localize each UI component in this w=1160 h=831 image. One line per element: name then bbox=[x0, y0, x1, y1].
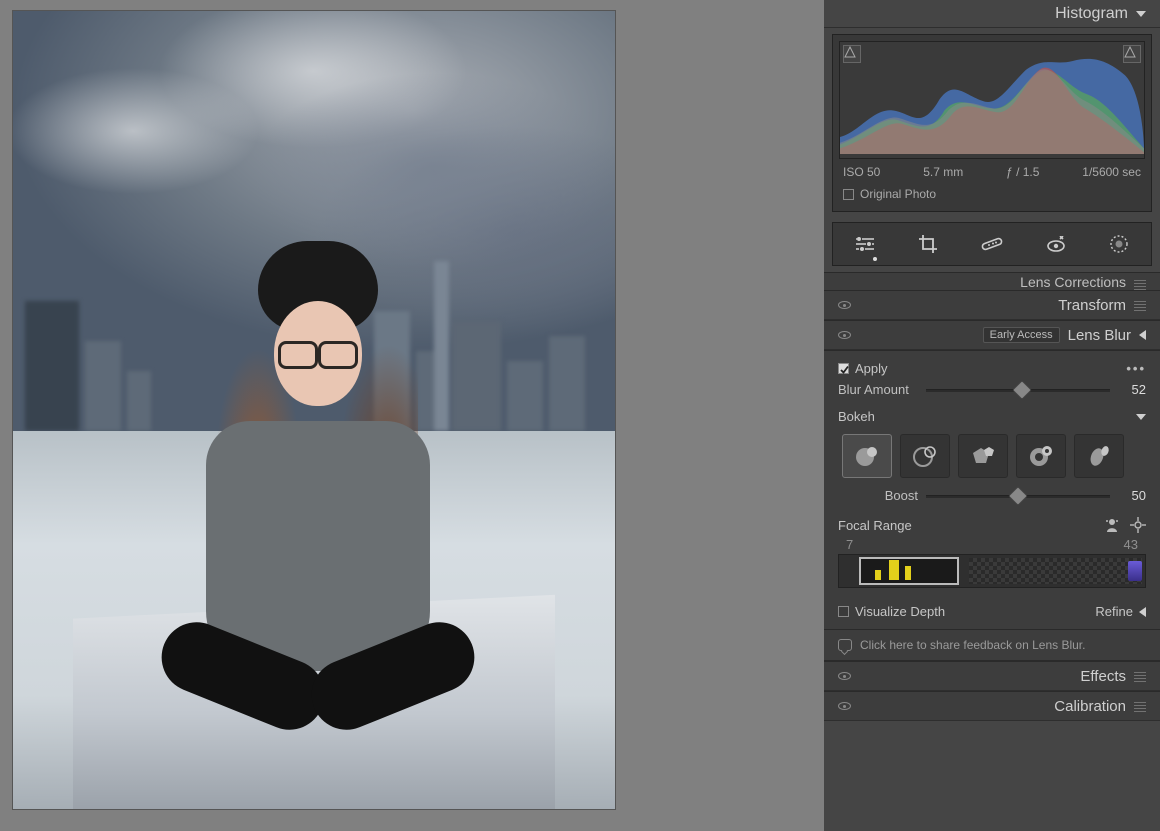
calibration-title: Calibration bbox=[1054, 698, 1126, 715]
exif-shutter: 1/5600 sec bbox=[1082, 165, 1141, 179]
focal-range-min: 7 bbox=[846, 537, 853, 552]
checkbox-checked-icon bbox=[838, 363, 849, 374]
visualize-depth-toggle[interactable]: Visualize Depth bbox=[838, 604, 945, 619]
eye-icon bbox=[838, 301, 851, 309]
original-photo-toggle[interactable]: Original Photo bbox=[839, 187, 1145, 205]
lens-blur-more-button[interactable]: ••• bbox=[1126, 361, 1146, 376]
exif-focal-length: 5.7 mm bbox=[923, 165, 963, 179]
redeye-tool[interactable] bbox=[1042, 230, 1070, 258]
crop-tool[interactable] bbox=[914, 230, 942, 258]
lens-blur-title: Lens Blur bbox=[1068, 327, 1131, 344]
bokeh-option-bubble[interactable] bbox=[900, 434, 950, 478]
histogram-chart[interactable] bbox=[839, 41, 1145, 159]
histogram-title: Histogram bbox=[1055, 5, 1128, 23]
bokeh-option-ring[interactable] bbox=[1016, 434, 1066, 478]
boost-row: Boost 50 bbox=[824, 486, 1160, 511]
stripes-icon bbox=[1134, 670, 1146, 682]
apply-toggle[interactable]: Apply bbox=[838, 361, 888, 376]
blur-amount-label: Blur Amount bbox=[838, 382, 918, 397]
blur-amount-row: Blur Amount 52 bbox=[824, 380, 1160, 405]
eye-icon bbox=[838, 672, 851, 680]
collapse-icon bbox=[1136, 11, 1146, 17]
chat-icon bbox=[838, 639, 852, 651]
canvas-area bbox=[0, 0, 824, 831]
effects-header[interactable]: Effects bbox=[824, 661, 1160, 691]
histogram-header[interactable]: Histogram bbox=[824, 0, 1160, 28]
stripes-icon bbox=[1134, 278, 1146, 290]
blur-amount-value: 52 bbox=[1118, 382, 1146, 397]
boost-slider[interactable] bbox=[926, 489, 1110, 503]
focal-range-label: Focal Range bbox=[838, 518, 912, 533]
stripes-icon bbox=[1134, 700, 1146, 712]
exif-aperture: ƒ / 1.5 bbox=[1006, 165, 1039, 179]
develop-panel: Histogram ISO 50 5.7 mm ƒ / 1.5 1/5600 s… bbox=[824, 0, 1160, 831]
visualize-depth-label: Visualize Depth bbox=[855, 604, 945, 619]
lens-blur-header[interactable]: Early Access Lens Blur bbox=[824, 320, 1160, 350]
collapse-icon[interactable] bbox=[1136, 414, 1146, 420]
photo-preview[interactable] bbox=[12, 10, 616, 810]
exif-row: ISO 50 5.7 mm ƒ / 1.5 1/5600 sec bbox=[839, 159, 1145, 187]
checkbox-icon bbox=[838, 606, 849, 617]
boost-label: Boost bbox=[838, 488, 918, 503]
chevron-left-icon bbox=[1139, 607, 1146, 617]
lens-corrections-header[interactable]: Lens Corrections bbox=[824, 272, 1160, 290]
focal-range-max: 43 bbox=[1124, 537, 1138, 552]
eye-icon bbox=[838, 702, 851, 710]
apply-label: Apply bbox=[855, 361, 888, 376]
focal-range-slider[interactable] bbox=[838, 554, 1146, 588]
histogram-box: ISO 50 5.7 mm ƒ / 1.5 1/5600 sec Origina… bbox=[832, 34, 1152, 212]
blur-amount-slider[interactable] bbox=[926, 383, 1110, 397]
transform-title: Transform bbox=[1058, 297, 1126, 314]
bokeh-label: Bokeh bbox=[838, 409, 875, 424]
point-select-icon[interactable] bbox=[1130, 517, 1146, 533]
mask-tool[interactable] bbox=[1105, 230, 1133, 258]
bokeh-options bbox=[824, 428, 1160, 486]
transform-header[interactable]: Transform bbox=[824, 290, 1160, 320]
bokeh-option-circle[interactable] bbox=[842, 434, 892, 478]
feedback-link[interactable]: Click here to share feedback on Lens Blu… bbox=[824, 629, 1160, 660]
edit-tool[interactable] bbox=[851, 230, 879, 258]
boost-value: 50 bbox=[1118, 488, 1146, 503]
eye-icon bbox=[838, 331, 851, 339]
feedback-text: Click here to share feedback on Lens Blu… bbox=[860, 638, 1085, 652]
original-photo-label: Original Photo bbox=[860, 187, 936, 201]
calibration-header[interactable]: Calibration bbox=[824, 691, 1160, 721]
refine-button[interactable]: Refine bbox=[1095, 604, 1146, 619]
early-access-badge: Early Access bbox=[983, 327, 1060, 343]
heal-tool[interactable] bbox=[978, 230, 1006, 258]
bokeh-option-catseye[interactable] bbox=[1074, 434, 1124, 478]
lens-blur-panel: Apply ••• Blur Amount 52 Bokeh bbox=[824, 350, 1160, 661]
checkbox-icon bbox=[843, 189, 854, 200]
stripes-icon bbox=[1134, 299, 1146, 311]
tool-strip bbox=[832, 222, 1152, 266]
collapse-icon bbox=[1139, 330, 1146, 340]
subject-select-icon[interactable] bbox=[1104, 517, 1120, 533]
bokeh-option-blade[interactable] bbox=[958, 434, 1008, 478]
exif-iso: ISO 50 bbox=[843, 165, 880, 179]
effects-title: Effects bbox=[1080, 668, 1126, 685]
